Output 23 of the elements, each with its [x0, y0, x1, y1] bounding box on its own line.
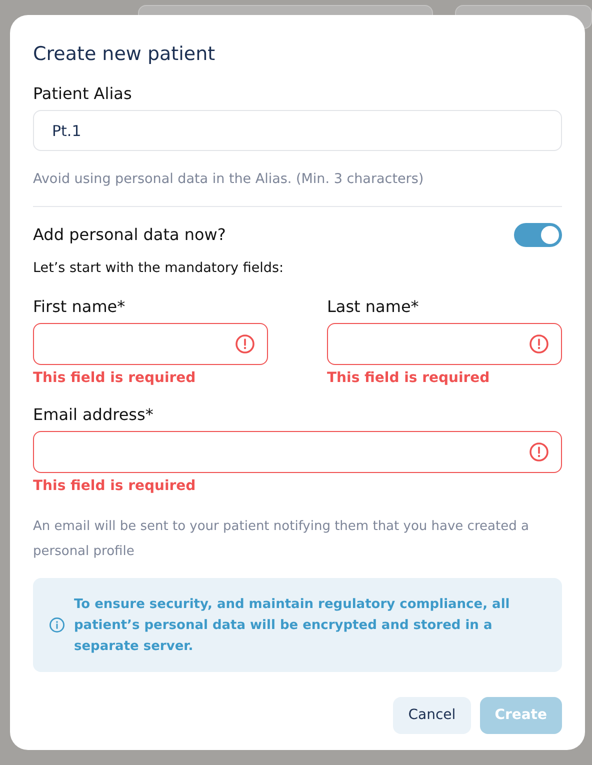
input-field[interactable]: [327, 323, 562, 365]
error-message: This field is required: [327, 369, 491, 387]
input-field[interactable]: Pt.1: [33, 110, 562, 151]
error-message: This field is required: [33, 369, 197, 387]
alert-icon: [529, 442, 549, 462]
dialog-title: Create new patient: [33, 42, 216, 67]
field-label: Patient Alias: [33, 83, 133, 105]
input-field[interactable]: [33, 431, 562, 473]
toggle-switch[interactable]: [514, 223, 562, 247]
cancel-button[interactable]: Cancel: [393, 697, 471, 734]
field-label: First name*: [33, 296, 126, 318]
email-note: An email will be sent to your patient notifying them that you have created a personal profile: [33, 518, 530, 561]
alert-icon: [529, 334, 549, 354]
field-label: Email address*: [33, 404, 154, 426]
instruction-text: Let’s start with the mandatory fields:: [33, 259, 285, 277]
input-field[interactable]: [33, 323, 268, 365]
field-label: Last name*: [327, 296, 420, 318]
error-message: This field is required: [33, 477, 197, 495]
alert-icon: [235, 334, 255, 354]
info-icon: [49, 617, 65, 633]
hint-text: Avoid using personal data in the Alias. (Min. 3 characters): [33, 170, 425, 188]
info-text: To ensure security, and maintain regulatory compliance, all patient’s personal data will be encrypted and stored in a separate server.: [74, 596, 511, 656]
toggle-label: Add personal data now?: [33, 224, 226, 246]
